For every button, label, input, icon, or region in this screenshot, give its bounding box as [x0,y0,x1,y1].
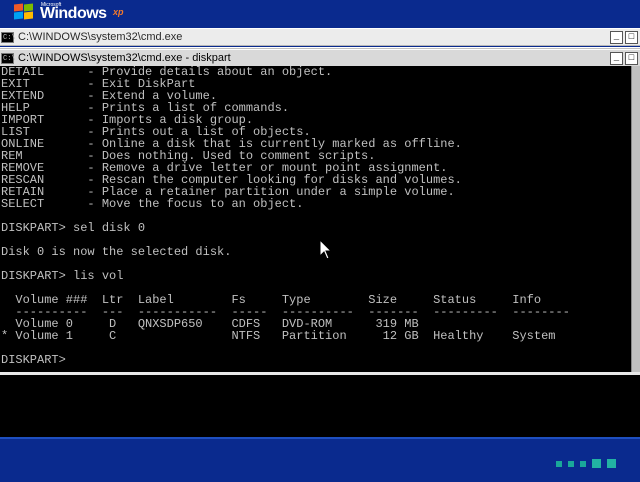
tray-square-icon[interactable] [592,459,601,468]
console-line: SELECT - Move the focus to an object. [1,197,304,211]
front-window-title: C:\WINDOWS\system32\cmd.exe - diskpart [18,52,231,64]
cmd-icon: C:\ [1,31,16,43]
desktop-banner: Microsoft Windows xp [0,0,640,26]
back-window-title: C:\WINDOWS\system32\cmd.exe [18,31,183,43]
maximize-button[interactable]: □ [625,30,638,44]
tray-dot-icon [556,460,562,467]
tray-square-icon[interactable] [607,459,616,468]
tray-dot-icon [568,460,574,467]
console-line: * Volume 1 C NTFS Partition 12 GB Health… [1,329,556,343]
tray-dot-icon [580,460,586,467]
back-window-titlebar[interactable]: C:\ C:\WINDOWS\system32\cmd.exe _ □ [0,28,640,46]
maximize-button[interactable]: □ [625,51,638,65]
mouse-pointer-icon [320,240,332,260]
lower-console-pane [0,372,640,441]
console-line: DISKPART> lis vol [1,269,124,283]
minimize-button[interactable]: _ [610,51,623,65]
cmd-window-background[interactable]: C:\ C:\WINDOWS\system32\cmd.exe _ □ [0,26,640,46]
front-window-titlebar[interactable]: C:\ C:\WINDOWS\system32\cmd.exe - diskpa… [0,49,640,67]
logo-sup: xp [113,7,124,17]
minimize-button[interactable]: _ [610,30,623,44]
windows-flag-icon [14,3,36,22]
console-line: DISKPART> [1,353,66,367]
console-line: DISKPART> sel disk 0 [1,221,146,235]
cmd-icon: C:\ [1,52,16,64]
system-tray [556,459,616,468]
taskbar [0,437,640,482]
console-output[interactable]: DETAIL - Provide details about an object… [0,66,632,417]
vertical-scrollbar[interactable] [631,66,640,417]
console-line: Disk 0 is now the selected disk. [1,245,232,259]
logo-word: Windows [40,5,107,22]
